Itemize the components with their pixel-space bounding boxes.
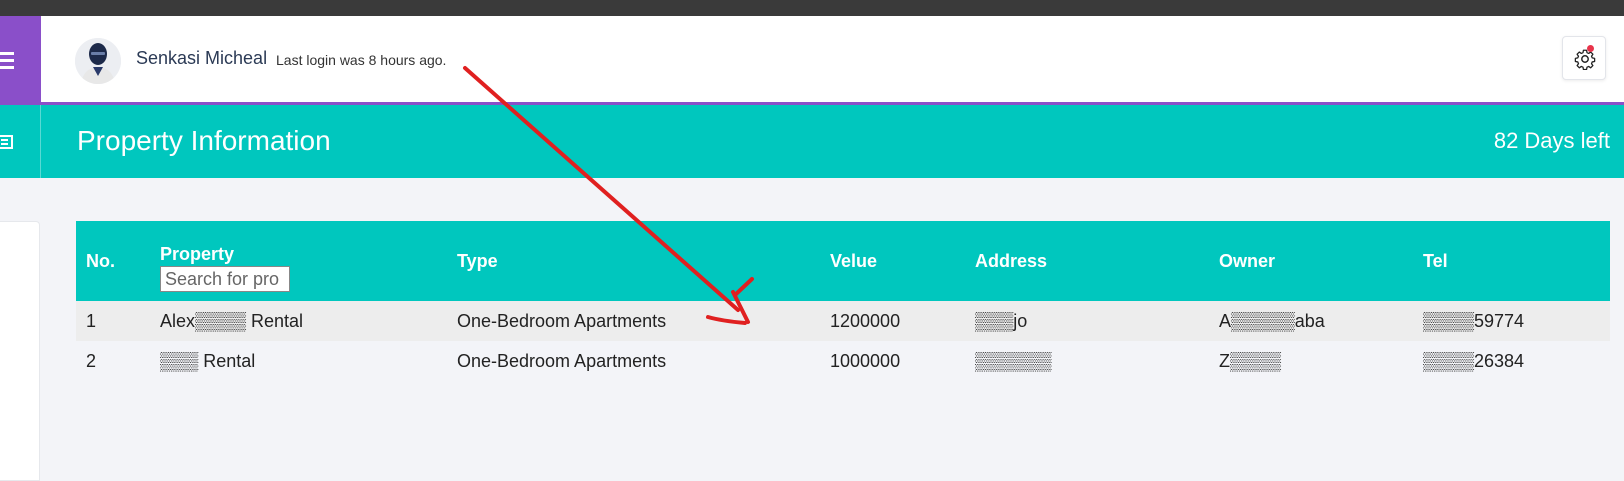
top-header: Senkasi Micheal Last login was 8 hours a… bbox=[41, 16, 1624, 105]
page-title: Property Information bbox=[77, 125, 331, 156]
column-header-property-label: Property bbox=[160, 244, 235, 264]
cell-owner: A▒▒▒▒▒aba bbox=[1219, 310, 1325, 331]
settings-button[interactable] bbox=[1562, 36, 1606, 80]
side-panel bbox=[0, 221, 40, 481]
document-icon bbox=[0, 135, 13, 149]
cell-owner: Z▒▒▒▒ bbox=[1219, 350, 1282, 371]
column-header-no: No. bbox=[86, 250, 115, 271]
cell-tel: ▒▒▒▒26384 bbox=[1423, 350, 1525, 371]
avatar[interactable] bbox=[75, 38, 121, 84]
cell-value: 1200000 bbox=[830, 310, 901, 331]
column-header-type: Type bbox=[457, 250, 498, 271]
table-header-row: No. Property Type Velue Address Owner Te… bbox=[76, 221, 1610, 301]
cell-type: One-Bedroom Apartments bbox=[457, 350, 667, 371]
days-left-label: 82 Days left bbox=[1493, 128, 1610, 153]
cell-no: 1 bbox=[86, 310, 97, 331]
column-header-value: Velue bbox=[830, 250, 878, 271]
hamburger-icon[interactable] bbox=[0, 52, 14, 70]
cell-property: Alex▒▒▒▒ Rental bbox=[160, 310, 304, 331]
page-title-bar: Property Information 82 Days left bbox=[41, 105, 1624, 178]
last-login-text: Last login was 8 hours ago. bbox=[276, 52, 447, 68]
column-header-property: Property bbox=[150, 221, 447, 301]
property-table: No. Property Type Velue Address Owner Te… bbox=[76, 221, 1610, 381]
cell-property: ▒▒▒ Rental bbox=[160, 350, 256, 371]
cell-address: ▒▒▒▒▒▒ bbox=[975, 350, 1052, 371]
table-row[interactable]: 2 ▒▒▒ Rental One-Bedroom Apartments 1000… bbox=[76, 341, 1610, 381]
property-table-container: No. Property Type Velue Address Owner Te… bbox=[76, 221, 1610, 381]
cell-tel: ▒▒▒▒59774 bbox=[1423, 310, 1525, 331]
column-header-address: Address bbox=[975, 250, 1048, 271]
menu-toggle-block[interactable] bbox=[0, 16, 41, 105]
property-search-input[interactable] bbox=[160, 266, 290, 292]
column-header-tel: Tel bbox=[1423, 250, 1448, 271]
title-side-tab[interactable] bbox=[0, 105, 41, 178]
cell-value: 1000000 bbox=[830, 350, 901, 371]
cell-type: One-Bedroom Apartments bbox=[457, 310, 667, 331]
column-header-owner: Owner bbox=[1219, 250, 1276, 271]
window-top-strip bbox=[0, 0, 1624, 16]
notification-dot bbox=[1587, 45, 1594, 52]
table-row[interactable]: 1 Alex▒▒▒▒ Rental One-Bedroom Apartments… bbox=[76, 301, 1610, 341]
user-name: Senkasi Micheal bbox=[136, 48, 268, 68]
cell-no: 2 bbox=[86, 350, 97, 371]
gear-icon bbox=[1574, 49, 1596, 70]
cell-address: ▒▒▒jo bbox=[975, 310, 1028, 331]
